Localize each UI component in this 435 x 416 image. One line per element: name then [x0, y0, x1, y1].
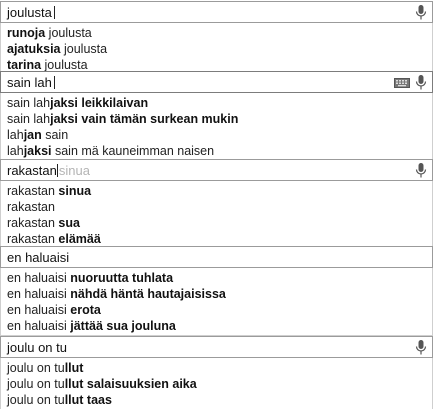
suggestion-item[interactable]: rakastan sinua — [1, 183, 432, 199]
suggestion-item[interactable]: sain lahjaksi vain tämän surkean mukin — [1, 111, 432, 127]
suggestion-list: runoja joulusta ajatuksia joulusta tarin… — [0, 23, 433, 75]
suggestion-item[interactable]: joulu on tullut salaisuuksien aika — [1, 376, 432, 392]
search-query: rakastan sinua — [7, 163, 90, 178]
search-input[interactable]: joulu on tu — [0, 336, 433, 358]
text-caret — [53, 6, 55, 19]
keyboard-icon[interactable] — [394, 78, 410, 88]
search-input[interactable]: sain lah — [0, 71, 433, 93]
search-panel-4: en haluaisi en haluaisi nuoruutta tuhlat… — [0, 246, 433, 336]
suggestion-item[interactable]: en haluaisi jättää sua jouluna — [1, 318, 432, 334]
suggestion-item[interactable]: joulu on tullut — [1, 360, 432, 376]
autocomplete-hint: sinua — [58, 163, 90, 178]
suggestion-list: en haluaisi nuoruutta tuhlata en haluais… — [0, 268, 433, 336]
suggestion-item[interactable]: joulu on tullut taas — [1, 392, 432, 408]
suggestion-list: sain lahjaksi leikkilaivan sain lahjaksi… — [0, 93, 433, 161]
search-panel-2: sain lah sain lahjaksi leikkilaivan sain… — [0, 71, 433, 161]
suggestion-item[interactable]: ajatuksia joulusta — [1, 41, 432, 57]
suggestion-item[interactable]: sain lahjaksi leikkilaivan — [1, 95, 432, 111]
suggestion-item[interactable]: lahjaksi sain mä kauneimman naisen — [1, 143, 432, 159]
search-input[interactable]: rakastan sinua — [0, 159, 433, 181]
suggestion-item[interactable]: rakastan elämää — [1, 231, 432, 247]
microphone-icon[interactable] — [414, 4, 428, 22]
search-input[interactable]: en haluaisi — [0, 246, 433, 268]
search-query: en haluaisi — [7, 250, 70, 265]
search-panel-3: rakastan sinua rakastan sinua rakastan ra… — [0, 159, 433, 249]
search-query: joulusta — [7, 5, 55, 20]
search-query: sain lah — [7, 75, 55, 90]
search-input[interactable]: joulusta — [0, 1, 433, 23]
suggestion-list: joulu on tullut joulu on tullut salaisuu… — [0, 358, 433, 409]
suggestion-item[interactable]: lahjan sain — [1, 127, 432, 143]
microphone-icon[interactable] — [414, 339, 428, 357]
text-caret — [53, 76, 55, 89]
microphone-icon[interactable] — [414, 162, 428, 180]
search-panel-5: joulu on tu joulu on tullut joulu on tul… — [0, 336, 433, 409]
suggestion-item[interactable]: en haluaisi erota — [1, 302, 432, 318]
suggestion-item[interactable]: en haluaisi nähdä häntä hautajaisissa — [1, 286, 432, 302]
search-panel-1: joulusta runoja joulusta ajatuksia joulu… — [0, 1, 433, 75]
suggestion-item[interactable]: en haluaisi nuoruutta tuhlata — [1, 270, 432, 286]
suggestion-item[interactable]: rakastan — [1, 199, 432, 215]
suggestion-list: rakastan sinua rakastan rakastan sua rak… — [0, 181, 433, 249]
suggestion-item[interactable]: rakastan sua — [1, 215, 432, 231]
text-caret — [56, 164, 58, 177]
suggestion-item[interactable]: runoja joulusta — [1, 25, 432, 41]
microphone-icon[interactable] — [414, 74, 428, 92]
search-query: joulu on tu — [7, 340, 67, 355]
